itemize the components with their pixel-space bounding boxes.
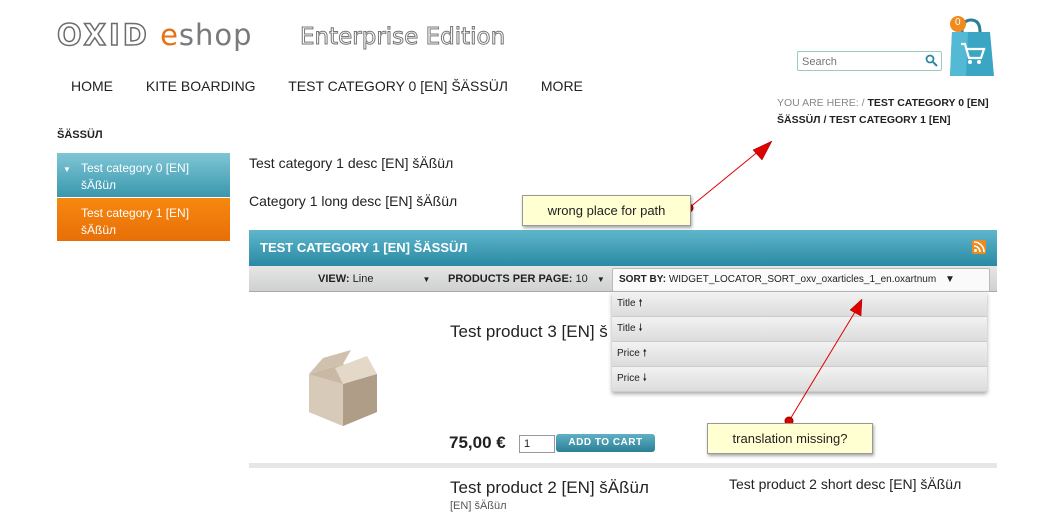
- annotation-arrows: [684, 140, 863, 426]
- annotation-note: wrong place for path: [522, 195, 691, 226]
- annotation-note: translation missing?: [707, 423, 873, 454]
